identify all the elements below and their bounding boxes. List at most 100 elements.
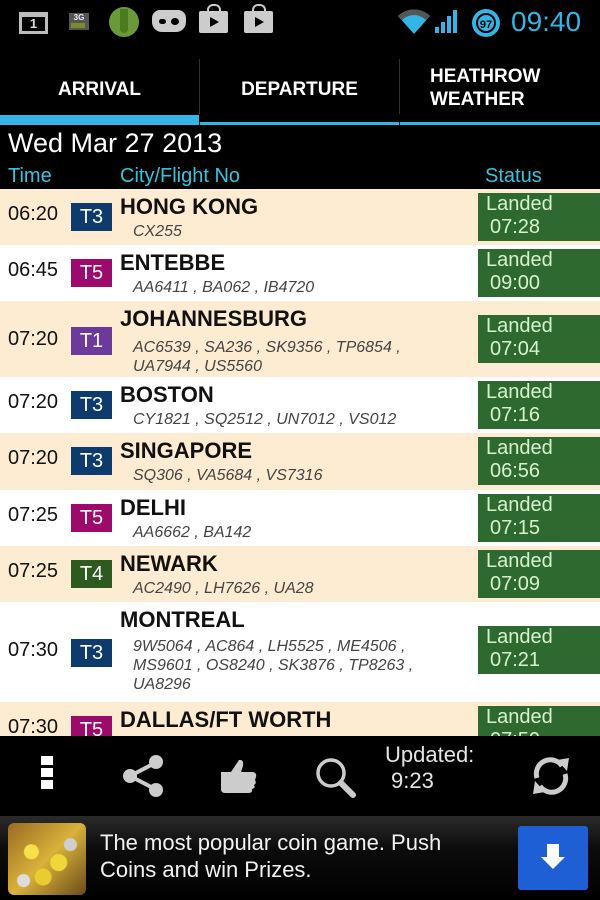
flight-status: Landed 07:15 <box>478 494 600 542</box>
flight-scheduled-time: 07:20 <box>8 447 59 469</box>
status-label: Landed <box>486 437 553 459</box>
flight-scheduled-time: 07:25 <box>8 560 59 582</box>
flight-scheduled-time: 06:45 <box>8 259 59 281</box>
notification-count-icon: 1 <box>19 12 48 34</box>
status-label: Landed <box>486 315 553 337</box>
status-time: 07:50 <box>486 729 600 736</box>
ad-coin-game-image[interactable] <box>8 823 86 895</box>
status-time: 07:16 <box>490 404 541 426</box>
status-label: Landed <box>486 249 553 271</box>
flight-status: Landed 07:16 <box>478 381 600 429</box>
date-heading: Wed Mar 27 2013 <box>8 128 223 158</box>
search-icon[interactable] <box>314 756 358 800</box>
flight-city: SINGAPORE <box>120 438 253 463</box>
play-store-icon <box>199 4 228 33</box>
action-bar: Updated: 9:23 <box>0 736 600 816</box>
tab-bar: ARRIVAL DEPARTURE HEATHROW WEATHER <box>0 55 600 125</box>
flight-list[interactable]: 06:20 T3 HONG KONG CX255 Landed 07:28 06:45 T5 E… <box>0 189 600 736</box>
battery-icon: 97 <box>472 9 500 37</box>
status-time: 06:56 <box>490 460 541 482</box>
flight-status: Landed 07:28 <box>478 193 600 241</box>
column-header-city: City/Flight No <box>120 165 241 187</box>
status-label: Landed <box>486 626 553 648</box>
column-header-time: Time <box>8 165 52 187</box>
flight-numbers: AC6539 , SA236 , SK9356 , TP6854 , UA7944… <box>133 339 401 375</box>
flight-status: Landed 07:04 <box>478 315 600 363</box>
flight-scheduled-time: 07:20 <box>8 391 59 413</box>
cyanogenmod-icon <box>152 10 186 32</box>
status-bar: 1 3G 97 09:40 <box>0 0 600 45</box>
overflow-menu-icon[interactable] <box>41 756 53 796</box>
terminal-badge: T3 <box>71 203 112 231</box>
flight-row[interactable]: 07:25 T4 NEWARK AC2490 , LH7626 , UA28 Lande… <box>0 546 600 602</box>
flight-city: MONTREAL <box>120 607 245 632</box>
flight-row[interactable]: 07:20 T1 JOHANNESBURG AC6539 , SA236 , SK93… <box>0 301 600 377</box>
status-label: Landed <box>486 494 553 516</box>
flight-row[interactable]: 06:20 T3 HONG KONG CX255 Landed 07:28 <box>0 189 600 245</box>
flight-status: Landed 07:09 <box>478 550 600 598</box>
flight-numbers: AC2490 , LH7626 , UA28 <box>133 580 314 597</box>
status-time: 07:15 <box>490 517 541 539</box>
wifi-icon <box>398 9 430 34</box>
refresh-icon[interactable] <box>529 754 573 798</box>
updated-time: 9:23 <box>391 768 434 793</box>
download-arrow-icon[interactable] <box>518 826 588 890</box>
terminal-badge: T3 <box>71 391 112 419</box>
terminal-badge: T3 <box>71 639 112 667</box>
clock: 09:40 <box>511 6 582 37</box>
status-label: Landed <box>486 381 553 403</box>
column-header-status: Status <box>485 165 542 187</box>
flight-row[interactable]: 07:30 T3 MONTREAL 9W5064 , AC864 , LH5525 ,… <box>0 602 600 702</box>
battery-level: 97 <box>476 13 496 33</box>
tab-indicator <box>400 122 600 125</box>
ad-text-line2: Coins and win Prizes. <box>100 857 312 882</box>
terminal-badge: T5 <box>71 259 112 287</box>
flight-numbers: SQ306 , VA5684 , VS7316 <box>133 467 323 484</box>
flight-numbers: CX255 <box>133 223 182 240</box>
flight-numbers: 9W5064 , AC864 , LH5525 , ME4506 , MS9601… <box>133 638 414 693</box>
flight-row[interactable]: 07:20 T3 BOSTON CY1821 , SQ2512 , UN7012 , … <box>0 377 600 433</box>
flight-row[interactable]: 07:20 T3 SINGAPORE SQ306 , VA5684 , VS7316 L… <box>0 433 600 490</box>
status-time: 07:21 <box>490 649 541 671</box>
tab-departure[interactable]: DEPARTURE <box>200 55 399 125</box>
share-icon[interactable] <box>120 754 166 798</box>
flight-city: BOSTON <box>120 382 214 407</box>
flight-row[interactable]: 07:25 T5 DELHI AA6662 , BA142 Landed 07:15 <box>0 490 600 546</box>
tab-weather-line1: HEATHROW <box>430 66 541 87</box>
flight-city: DALLAS/FT WORTH <box>120 707 332 732</box>
flight-status: Landed 09:00 <box>478 249 600 297</box>
flight-city: ENTEBBE <box>120 250 226 275</box>
terminal-badge: T5 <box>71 716 112 736</box>
flight-scheduled-time: 07:30 <box>8 716 59 736</box>
flight-status: Landed 06:56 <box>478 437 600 485</box>
flight-scheduled-time: 07:20 <box>8 328 59 350</box>
flight-row[interactable]: 06:45 T5 ENTEBBE AA6411 , BA062 , IB4720 Lan… <box>0 245 600 301</box>
flight-numbers: AA6411 , BA062 , IB4720 <box>133 279 315 296</box>
status-time: 09:00 <box>490 272 541 294</box>
tab-indicator-active <box>0 115 199 125</box>
ad-text-line1: The most popular coin game. Push <box>100 830 442 855</box>
3g-icon: 3G <box>69 13 89 30</box>
flight-status: Landed 07:21 <box>478 626 600 674</box>
flight-row[interactable]: 07:30 T5 DALLAS/FT WORTH Landed07:50 <box>0 702 600 736</box>
tab-heathrow-weather[interactable]: HEATHROW WEATHER <box>400 53 600 123</box>
status-time: 07:04 <box>490 338 541 360</box>
flight-scheduled-time: 07:25 <box>8 504 59 526</box>
terminal-badge: T1 <box>71 327 112 355</box>
signal-icon <box>435 10 457 33</box>
terminal-badge: T5 <box>71 504 112 532</box>
play-store-icon <box>244 4 273 33</box>
ad-banner[interactable]: The most popular coin game. Push Coins a… <box>0 816 600 900</box>
thumbs-up-icon[interactable] <box>219 758 261 794</box>
last-updated: Updated: 9:23 <box>385 742 474 794</box>
tab-indicator <box>200 122 399 125</box>
status-time: 07:09 <box>490 573 541 595</box>
status-label: Landed <box>486 706 553 728</box>
flight-scheduled-time: 07:30 <box>8 639 59 661</box>
status-label: Landed <box>486 550 553 572</box>
flight-city: HONG KONG <box>120 194 259 219</box>
flight-city: JOHANNESBURG <box>120 306 308 331</box>
terminal-badge: T4 <box>71 560 112 588</box>
ad-text[interactable]: The most popular coin game. Push Coins a… <box>100 829 500 883</box>
flight-city: NEWARK <box>120 551 218 576</box>
